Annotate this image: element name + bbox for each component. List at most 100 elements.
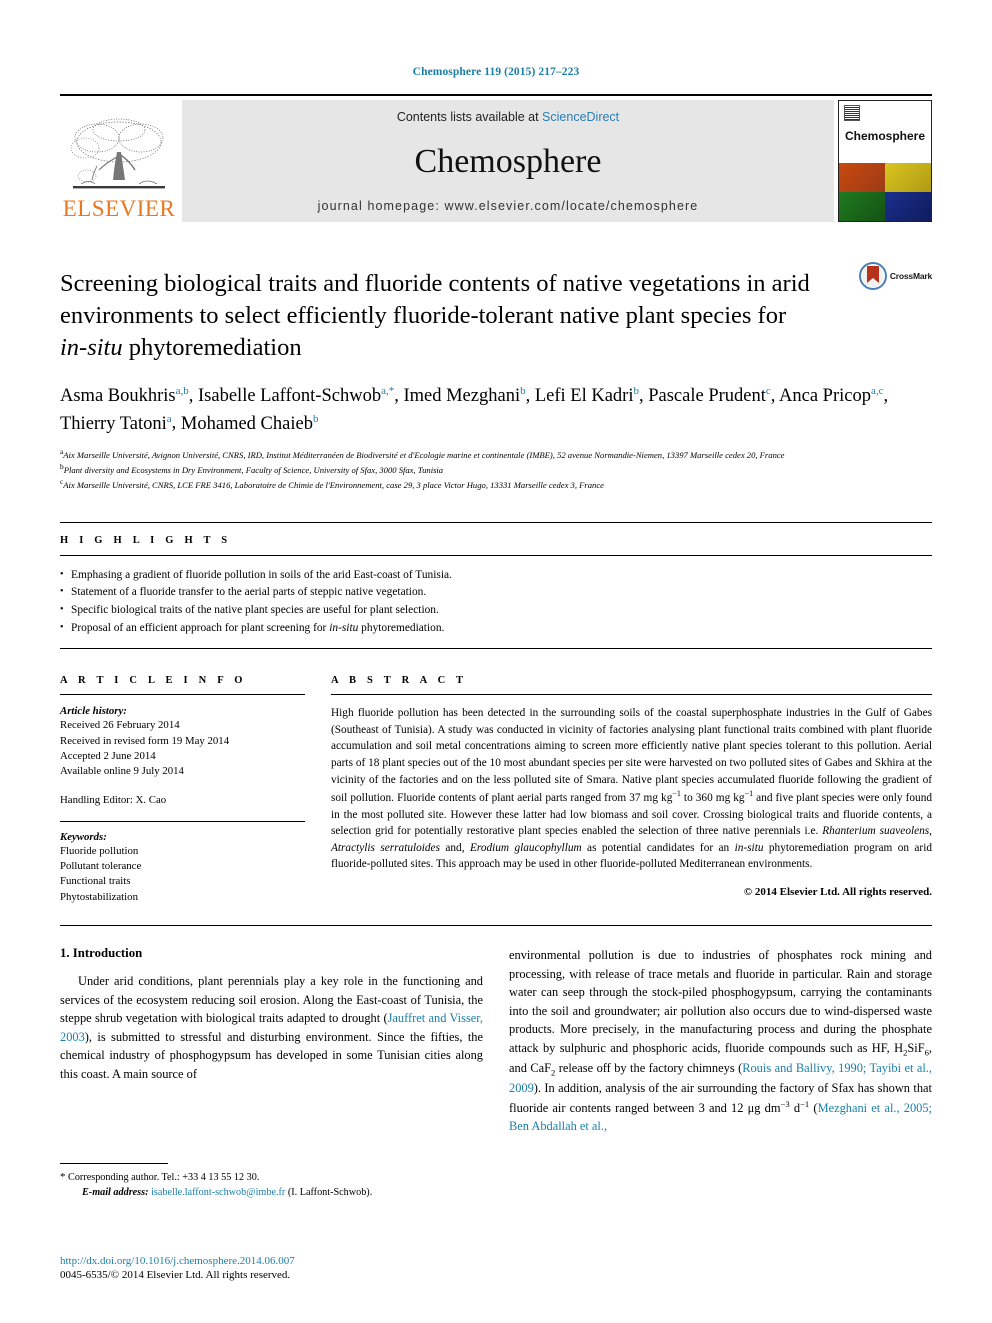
author-item[interactable]: Lefi El Kadrib [534,385,639,406]
author-name: Imed Mezghani [403,385,521,406]
author-name: Lefi El Kadri [534,385,634,406]
handling-editor: Handling Editor: X. Cao [60,793,167,806]
cover-tile-blue [885,192,931,221]
elsevier-wordmark: ELSEVIER [62,196,176,221]
article-history-item: Received in revised form 19 May 2014 [60,734,230,747]
title-block: CrossMark Screening biological traits an… [60,262,932,492]
section-heading-introduction: 1. Introduction [60,946,143,961]
abstract-italic: in-situ [734,841,764,854]
paragraph-seg: release off by the factory chimneys ( [555,1060,743,1075]
author-affil-marker: b [312,412,319,425]
author-name: Pascale Prudent [648,385,766,406]
doi-link[interactable]: http://dx.doi.org/10.1016/j.chemosphere.… [60,1255,480,1267]
superscript: −3 [780,1098,790,1109]
page-title: Screening biological traits and fluoride… [60,268,932,364]
author-affil-marker: a,c [870,384,884,397]
keyword-item: Fluoride pollution [60,844,139,857]
title-part-1: Screening biological traits and fluoride… [60,270,810,329]
affiliation-text: Aix Marseille Université, CNRS, LCE FRE … [63,479,604,490]
title-part-2: phytoremediation [122,333,302,361]
author-name: Thierry Tatoni [60,413,167,434]
journal-cover-thumbnail: Chemosphere [838,100,932,222]
paragraph: environmental pollution is due to indust… [509,946,932,1136]
highlight-text-post: phytoremediation. [358,621,445,634]
running-head: Chemosphere 119 (2015) 217–223 [412,66,580,78]
author-affil-marker: a,b [175,384,189,397]
article-history-label: Article history: [60,705,127,718]
footnote-rule [60,1163,168,1164]
species-name: Erodium glaucophyllum [469,841,582,854]
highlight-text: Proposal of an efficient approach for pl… [71,621,330,634]
author-affil-marker: a,* [381,384,395,397]
list-item: Specific biological traits of the native… [60,602,932,620]
cover-journal-title: Chemosphere [844,129,926,143]
crossmark-label: CrossMark [889,271,932,281]
author-item[interactable]: Isabelle Laffont-Schwoba,* [198,384,395,406]
abstract-sup: −1 [744,789,754,799]
journal-homepage[interactable]: journal homepage: www.elsevier.com/locat… [318,199,699,213]
doi-block: http://dx.doi.org/10.1016/j.chemosphere.… [60,1255,480,1281]
elsevier-tree-icon [70,118,165,189]
abstract-heading: A B S T R A C T [331,675,468,687]
article-history-item: Available online 9 July 2014 [60,765,184,778]
crossmark-icon [858,262,887,290]
body-column-left: 1. Introduction Under arid conditions, p… [60,946,483,1136]
author-name: Anca Pricop [779,385,871,406]
abstract-seg: , [929,825,932,838]
affiliation-list: aAix Marseille Université, Avignon Unive… [60,447,932,491]
cover-tile-green [839,192,885,221]
author-sep: , [638,385,649,406]
author-name: Isabelle Laffont-Schwob [198,385,382,406]
author-item[interactable]: Mohamed Chaiebb [181,412,319,433]
affiliation-item: aAix Marseille Université, Avignon Unive… [60,447,932,462]
author-list: Asma Boukhrisa,b, Isabelle Laffont-Schwo… [60,383,932,439]
keyword-item: Functional traits [60,875,131,888]
author-item[interactable]: Imed Mezghanib [403,385,525,406]
list-item: Proposal of an efficient approach for pl… [60,620,932,638]
affiliation-text: Plant diversity and Ecosystems in Dry En… [63,464,444,475]
issn-copyright-line: 0045-6535/© 2014 Elsevier Ltd. All right… [60,1269,291,1281]
sciencedirect-link[interactable]: ScienceDirect [542,110,619,124]
affiliation-item: bPlant diversity and Ecosystems in Dry E… [60,462,932,477]
paragraph-seg: SiF [907,1040,925,1055]
abstract-body: High fluoride pollution has been detecte… [331,694,932,898]
corresponding-author-footnote: * Corresponding author. Tel.: +33 4 13 5… [60,1163,472,1201]
author-item[interactable]: Thierry Tatonia [60,412,172,434]
paragraph-seg: d [789,1100,801,1115]
species-name: Atractylis serratuloides [331,841,440,854]
abstract-sup: −1 [672,789,681,799]
author-sep: , [883,385,889,406]
email-link[interactable]: isabelle.laffont-schwob@imbe.fr [151,1187,285,1198]
keywords-label: Keywords: [60,830,107,843]
body-separator-rule [60,925,932,927]
journal-title: Chemosphere [414,142,602,180]
author-item[interactable]: Pascale Prudentc [648,385,771,406]
abstract-seg: to 360 mg kg [680,791,745,804]
cover-tile-orange [839,163,885,193]
email-line: E-mail address: isabelle.laffont-schwob@… [60,1186,472,1201]
body-columns: 1. Introduction Under arid conditions, p… [60,946,932,1136]
paragraph: Under arid conditions, plant perennials … [60,972,483,1083]
paragraph-seg: ( [809,1100,818,1115]
copyright-line: © 2014 Elsevier Ltd. All rights reserved… [743,885,932,898]
asterisk-icon: * [60,1171,66,1183]
author-item[interactable]: Anca Pricopa,c [779,384,884,406]
journal-band: Contents lists available at ScienceDirec… [182,100,834,222]
author-sep: , [188,385,199,406]
abstract-seg: High fluoride pollution has been detecte… [331,707,932,804]
cover-tile-yellow [885,163,931,193]
abstract-seg: and, [439,841,470,854]
author-name: Asma Boukhris [60,385,176,406]
contents-prefix: Contents lists available at [396,110,543,124]
body-column-right: environmental pollution is due to indust… [509,946,932,1136]
crossmark-badge[interactable]: CrossMark [858,262,932,290]
corresponding-author-text: Corresponding author. Tel.: +33 4 13 55 … [68,1172,260,1183]
article-history-item: Accepted 2 June 2014 [60,749,156,762]
author-item[interactable]: Asma Boukhrisa,b [60,384,189,406]
keyword-item: Phytostabilization [60,890,138,903]
highlight-text: Specific biological traits of the native… [71,603,439,616]
article-history-item: Received 26 February 2014 [60,719,180,732]
list-item: Statement of a fluoride transfer to the … [60,584,932,602]
paragraph-seg: environmental pollution is due to indust… [509,948,932,1055]
